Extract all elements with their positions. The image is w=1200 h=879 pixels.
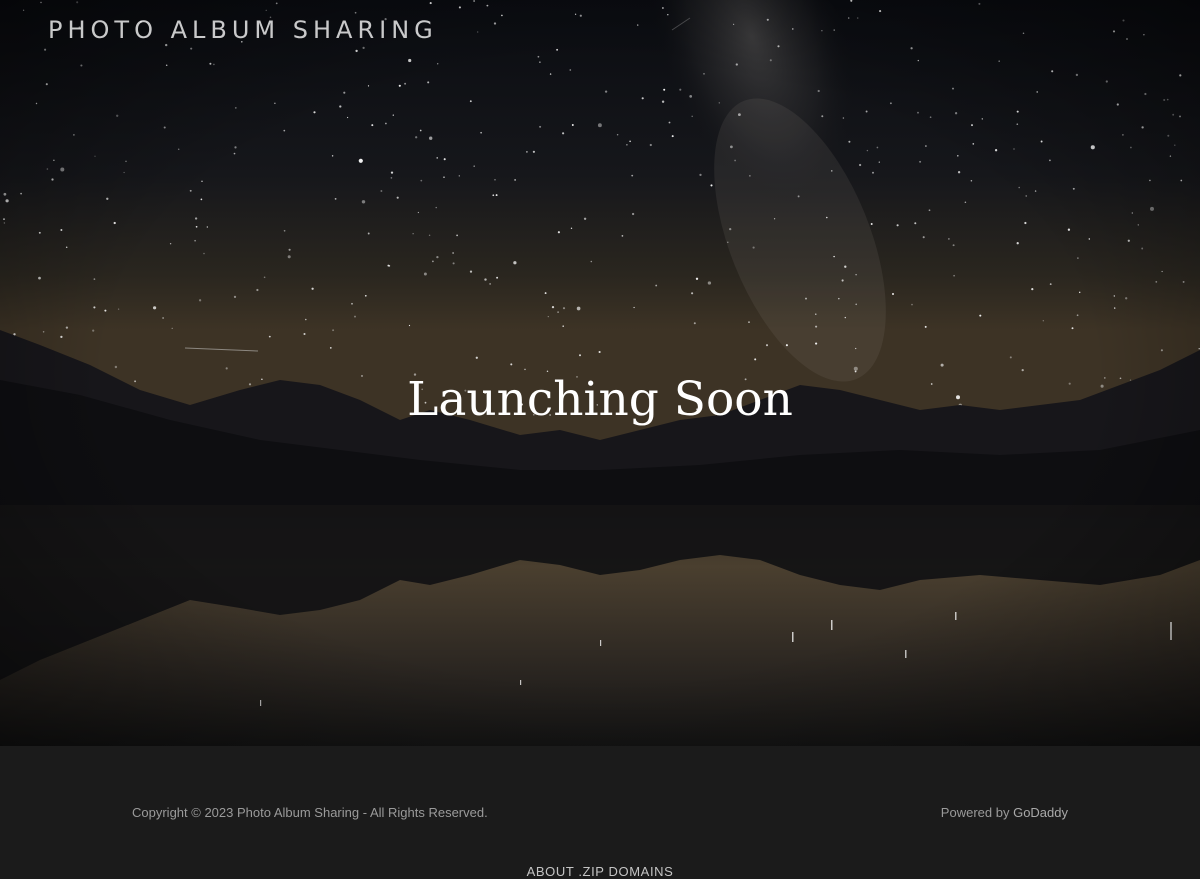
about-zip-domains-link[interactable]: ABOUT .ZIP DOMAINS — [0, 863, 1200, 879]
powered-by-label: Powered by — [940, 805, 1010, 820]
godaddy-link[interactable]: GoDaddy — [1013, 805, 1068, 820]
footer: Copyright © 2023 Photo Album Sharing - A… — [0, 746, 1200, 879]
powered-by-text: Powered by GoDaddy — [941, 804, 1068, 822]
copyright-text: Copyright © 2023 Photo Album Sharing - A… — [132, 805, 488, 820]
launching-soon-headline: Launching Soon — [407, 372, 793, 427]
site-title[interactable]: PHOTO ALBUM SHARING — [48, 14, 438, 46]
hero-section: PHOTO ALBUM SHARING Launching Soon — [0, 0, 1200, 746]
